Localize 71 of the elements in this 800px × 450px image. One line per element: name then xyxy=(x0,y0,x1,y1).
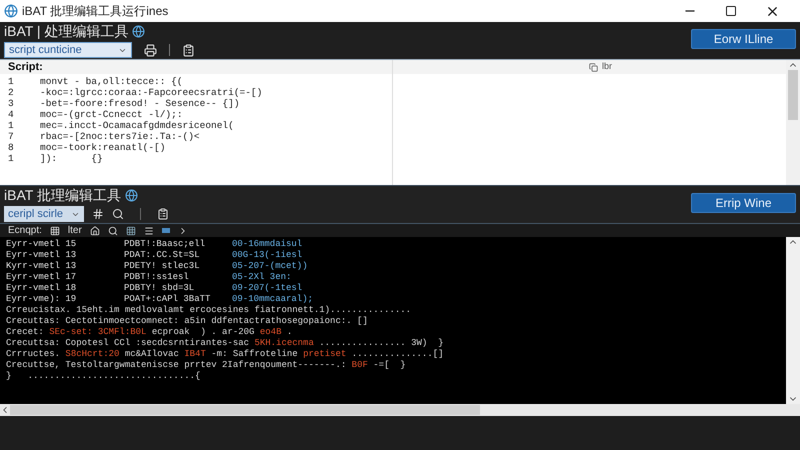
log-line: Crrructes. S8cHcrt:20 mc&AIlovac IB4T -m: Saffroteline pretiset ...............[] xyxy=(6,349,445,360)
console-scrollbar[interactable] xyxy=(786,237,800,404)
code-line: mec=.incct-Ocamacafgdmdesriceonel( xyxy=(39,120,234,131)
code-line: -koc=:lgrcc:coraa:-Fapcoreecsratri(=-[) xyxy=(39,87,262,98)
log-line: Crecet: SEc-set: 3CMFl:B0L ecproak ) . ar-20G eo4B . xyxy=(6,327,294,338)
copy-icon[interactable] xyxy=(589,62,598,72)
line-number: 3 xyxy=(7,98,15,109)
log-line: Crecuttas: Cectotinmoectcomnect: a5in ddfentactrathosegopaionc:. [] xyxy=(6,316,369,327)
log-time: 09-10mmcaaral); xyxy=(232,294,314,305)
line-number: 1 xyxy=(7,76,15,87)
log-source: Eyrr-vmetl 15 xyxy=(6,239,78,250)
script-label: Script: xyxy=(0,60,392,74)
log-code: PDBT!:ss1esl xyxy=(124,272,190,283)
header-action-button[interactable]: Eorw ILline xyxy=(691,29,796,49)
log-code: POAT+:cAPl 3BaTT xyxy=(124,294,212,305)
search-icon[interactable] xyxy=(108,226,118,236)
console-action-button[interactable]: Errip Wine xyxy=(691,193,796,213)
console-toolbar-label: Ecnqpt: xyxy=(8,224,42,238)
vertical-scrollbar[interactable] xyxy=(786,60,800,185)
search-icon[interactable] xyxy=(112,208,124,220)
code-line: moc=-toork:reanatl(-[) xyxy=(39,142,166,153)
script-dropdown[interactable]: script cunticine xyxy=(4,42,132,58)
globe-icon xyxy=(124,189,138,202)
log-line: Crreucistax. 15eht.im medlovalamt ercocesines fiatronnett.1)............... xyxy=(6,305,412,316)
console-title: iBAT 批理编辑工具 xyxy=(4,187,121,204)
hash-icon[interactable] xyxy=(92,208,104,220)
maximize-icon[interactable] xyxy=(725,5,737,17)
side-label: lbr xyxy=(602,60,612,74)
log-line: Crecuttsa: Copotesl CCl :secdcsrntirantes-sac 5KH.icecnma ................ 3W) } xyxy=(6,338,444,349)
table-icon[interactable] xyxy=(126,226,136,236)
globe-icon xyxy=(132,25,146,38)
line-number: 4 xyxy=(7,109,15,120)
home-icon[interactable] xyxy=(90,226,100,236)
code-line: moc=-(grct-Ccnecct -l/);: xyxy=(39,109,183,120)
clipboard-icon[interactable] xyxy=(157,208,169,220)
line-number: 8 xyxy=(7,142,15,153)
log-source: Eyrr-vme): 19 xyxy=(6,294,78,305)
grid-icon[interactable] xyxy=(50,226,60,236)
app-logo-icon xyxy=(4,4,18,18)
log-code: PDETY! stlec3L xyxy=(124,261,201,272)
log-time: 09-207(-1tesl xyxy=(232,283,302,294)
log-time: 00G-13(-1iesl xyxy=(232,250,302,261)
log-code: PDBT!:Baasc;ell xyxy=(124,239,206,250)
log-line: } ...............................{ xyxy=(6,371,202,382)
line-number: 2 xyxy=(7,87,15,98)
log-source: Eyrr-vmetl 13 xyxy=(6,250,78,261)
printer-icon[interactable] xyxy=(144,44,157,56)
clipboard-icon[interactable] xyxy=(182,44,195,56)
log-code: PDBTY! sbd=3L xyxy=(124,283,196,294)
log-code: PDAT:.CC.St=SL xyxy=(124,250,201,261)
code-line: monvt - ba,oll:tecce:: {( xyxy=(39,76,183,87)
log-line: Crecuttse, Testoltargwmateniscse prrtev 2Iafrenqoument-------.: B0F -=[ } xyxy=(6,360,407,371)
line-number: 1 xyxy=(7,153,15,164)
log-source: Eyrr-vmetl 17 xyxy=(6,272,78,283)
panel-icon[interactable] xyxy=(162,228,170,233)
log-time: 05-2Xl 3en: xyxy=(232,272,292,283)
code-line: ]): {} xyxy=(39,153,103,164)
menu-icon[interactable] xyxy=(144,226,154,236)
line-number: 7 xyxy=(7,131,15,142)
log-source: Kyrr-vmetl 13 xyxy=(6,261,78,272)
line-number: 1 xyxy=(7,120,15,131)
log-time: 05-207-(mcet)) xyxy=(232,261,308,272)
log-source: Eyrr-vmetl 18 xyxy=(6,283,78,294)
app-title: iBAT | 处理编辑工具 xyxy=(4,23,128,40)
console-dropdown[interactable]: ceripl scirle xyxy=(4,206,84,222)
code-line: rbac=-[2noc:ters7ie:.Ta:-()< xyxy=(39,131,200,142)
horizontal-scrollbar[interactable] xyxy=(0,404,800,416)
filter-label: lter xyxy=(68,224,82,238)
code-line: -bet=-foore:fresod! - Sesence-- {]) xyxy=(39,98,240,109)
log-time: 00-16mmdaisul xyxy=(232,239,302,250)
window-title: iBAT 批理编辑工具运行ines xyxy=(22,3,168,20)
